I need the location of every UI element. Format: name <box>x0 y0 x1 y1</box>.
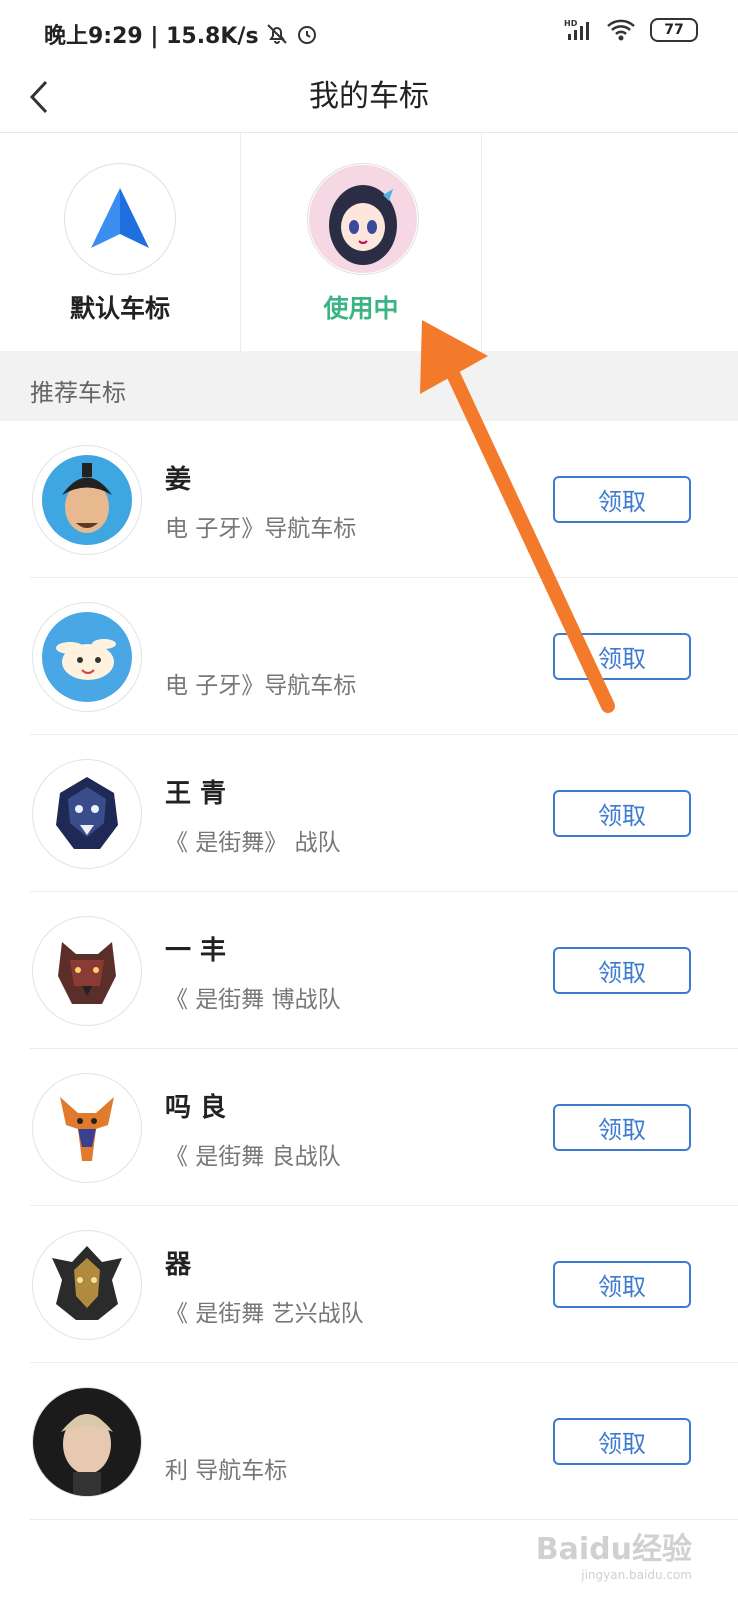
panther-avatar <box>32 916 142 1026</box>
list-item: 姜 电 子牙》导航车标 领取 <box>0 421 738 578</box>
current-markers: 默认车标 使用中 <box>0 133 738 351</box>
anime-girl-avatar <box>307 163 419 275</box>
watermark-text: Baidu经验 <box>535 1532 692 1567</box>
section-header: 推荐车标 <box>0 351 738 421</box>
claim-button[interactable]: 领取 <box>553 476 691 523</box>
baidu-watermark: Baidu经验 jingyan.baidu.com <box>536 1524 692 1582</box>
watermark-sub: jingyan.baidu.com <box>581 1568 692 1582</box>
list-item: 器 《 是街舞 艺兴战队 领取 <box>0 1206 738 1363</box>
list-item: 王 青 《 是街舞》 战队 领取 <box>0 735 738 892</box>
title-bar: 我的车标 <box>0 62 738 133</box>
claim-button[interactable]: 领取 <box>553 790 691 837</box>
divider <box>30 1519 738 1520</box>
dragon-mask-avatar <box>32 1230 142 1340</box>
claim-button[interactable]: 领取 <box>553 947 691 994</box>
marker-tile-default[interactable]: 默认车标 <box>0 133 241 351</box>
marker-tile-label: 默认车标 <box>69 294 170 323</box>
marker-subtitle: 《 是街舞 博战队 <box>165 987 341 1013</box>
mute-bell-icon <box>266 24 287 44</box>
marker-subtitle: 电 子牙》导航车标 <box>165 673 357 699</box>
list-item: 吗 良 《 是街舞 良战队 领取 <box>0 1049 738 1206</box>
marker-title: 器 <box>165 1250 192 1280</box>
status-time: 晚上9:29 | 15.8K/s <box>44 24 259 49</box>
marker-subtitle: 电 子牙》导航车标 <box>165 516 357 542</box>
wifi-icon <box>607 19 635 41</box>
marker-title: 姜 <box>165 465 192 495</box>
wolf-mask-avatar <box>32 759 142 869</box>
battery-level: 77 <box>664 22 684 38</box>
list-item: 一 丰 《 是街舞 博战队 领取 <box>0 892 738 1049</box>
marker-subtitle: 《 是街舞》 战队 <box>165 830 341 856</box>
marker-list: 姜 电 子牙》导航车标 领取 电 子牙》导航车标 领取 王 青 《 是街舞》 战… <box>0 421 738 1520</box>
marker-title: 一 丰 <box>165 936 227 966</box>
marker-subtitle: 《 是街舞 良战队 <box>165 1144 341 1170</box>
page-title: 我的车标 <box>309 79 429 114</box>
ancient-man-avatar <box>32 445 142 555</box>
marker-subtitle: 《 是街舞 艺兴战队 <box>165 1301 364 1327</box>
claim-button[interactable]: 领取 <box>553 1418 691 1465</box>
person-photo-avatar <box>32 1387 142 1497</box>
list-item: 利 导航车标 领取 <box>0 1363 738 1520</box>
marker-tile-empty <box>482 133 722 351</box>
battery-icon: 77 <box>650 18 698 42</box>
svg-text:HD: HD <box>564 19 578 28</box>
claim-button[interactable]: 领取 <box>553 633 691 680</box>
rabbit-avatar <box>32 602 142 712</box>
marker-title: 吗 良 <box>165 1093 227 1123</box>
marker-tile-in-use[interactable]: 使用中 <box>241 133 482 351</box>
status-bar: 晚上9:29 | 15.8K/s HD 77 <box>0 0 738 62</box>
claim-button[interactable]: 领取 <box>553 1104 691 1151</box>
marker-title: 王 青 <box>165 779 227 809</box>
list-item: 电 子牙》导航车标 领取 <box>0 578 738 735</box>
marker-tile-label: 使用中 <box>323 294 399 323</box>
alarm-icon <box>297 26 316 44</box>
claim-button[interactable]: 领取 <box>553 1261 691 1308</box>
section-title: 推荐车标 <box>30 379 126 407</box>
navigation-arrow-icon <box>64 163 176 275</box>
giraffe-avatar <box>32 1073 142 1183</box>
hd-signal-icon: HD <box>564 19 589 40</box>
marker-subtitle: 利 导航车标 <box>165 1458 288 1484</box>
